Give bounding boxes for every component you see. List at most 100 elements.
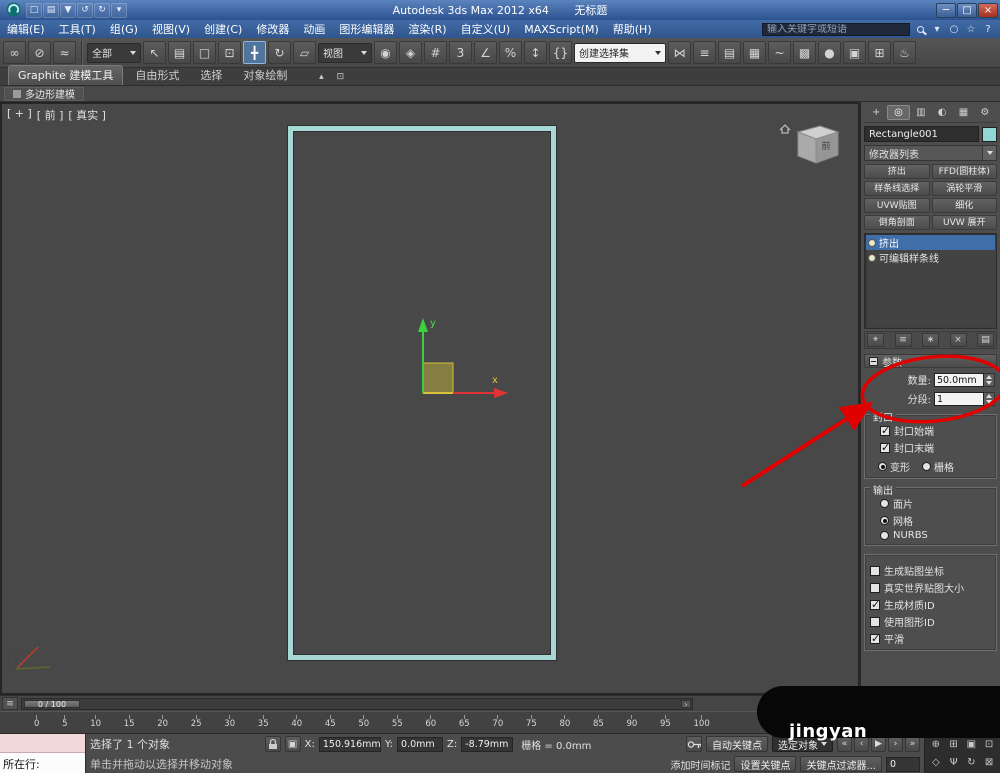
checkbox-option[interactable]: 生成贴图坐标 [870, 563, 993, 578]
favorites-icon[interactable]: ☆ [964, 22, 978, 36]
modifier-shortcut-button[interactable]: FFD(圆柱体) [931, 164, 997, 179]
make-unique-icon[interactable]: ∗ [922, 333, 939, 347]
checkbox-icon[interactable] [870, 582, 880, 593]
next-frame-icon[interactable]: › [888, 736, 903, 752]
open-file-icon[interactable]: ▤ [43, 2, 59, 18]
rendered-frame-icon[interactable]: ⊞ [868, 41, 891, 64]
menu-item[interactable]: MAXScript(M) [517, 20, 606, 38]
visibility-bulb-icon[interactable] [868, 238, 876, 247]
search-icon[interactable] [913, 22, 927, 36]
ribbon-tab[interactable]: 选择 [191, 66, 231, 85]
modifier-stack-item[interactable]: 可编辑样条线 [866, 250, 995, 265]
rectangular-selection-icon[interactable]: □ [193, 41, 216, 64]
menu-item[interactable]: 组(G) [103, 20, 145, 38]
configure-modifier-sets-icon[interactable]: ▤ [977, 333, 994, 347]
ribbon-tab[interactable]: 对象绘制 [234, 66, 296, 85]
remove-modifier-icon[interactable]: × [949, 333, 967, 347]
maximize-viewport-icon[interactable]: ⊠ [981, 755, 997, 770]
time-slider-track[interactable]: 0 / 100 › [21, 697, 693, 710]
material-editor-icon[interactable]: ● [818, 41, 841, 64]
use-pivot-center-icon[interactable]: ◉ [374, 41, 397, 64]
named-selection-set-dropdown[interactable]: 创建选择集 [574, 42, 666, 63]
select-and-scale-icon[interactable]: ▱ [293, 41, 316, 64]
menu-item[interactable]: 帮助(H) [606, 20, 659, 38]
app-logo-icon[interactable] [6, 2, 22, 18]
communication-center-icon[interactable]: ○ [947, 22, 961, 36]
parameters-rollout-header[interactable]: 参数 [864, 354, 997, 369]
utilities-tab-icon[interactable]: ⚙ [975, 105, 995, 120]
modifier-shortcut-button[interactable]: 倒角剖面 [864, 215, 930, 230]
zoom-all-icon[interactable]: ⊞ [946, 737, 962, 752]
key-filters-button[interactable]: 关键点过滤器... [800, 756, 882, 772]
display-tab-icon[interactable]: ▦ [953, 105, 973, 120]
bind-to-space-warp-icon[interactable]: ≈ [53, 41, 76, 64]
maximize-button[interactable]: □ [957, 2, 977, 18]
menu-item[interactable]: 图形编辑器 [332, 20, 401, 38]
radio-icon[interactable] [880, 499, 889, 508]
hierarchy-tab-icon[interactable]: ▥ [911, 105, 931, 120]
select-and-move-icon[interactable]: ╋ [243, 41, 266, 64]
curve-editor-icon[interactable]: ~ [768, 41, 791, 64]
modifier-shortcut-button[interactable]: UVW 展开 [931, 215, 997, 230]
viewport-label[interactable]: [ 真实 ] [68, 107, 106, 123]
modifier-shortcut-button[interactable]: 涡轮平滑 [931, 181, 997, 196]
viewport-label[interactable]: [ 前 ] [37, 107, 64, 123]
checkbox-icon[interactable] [870, 565, 880, 576]
new-scene-icon[interactable]: □ [26, 2, 42, 18]
auto-key-button[interactable]: 自动关键点 [706, 736, 768, 752]
zoom-icon[interactable]: ⊕ [928, 737, 944, 752]
modifier-shortcut-button[interactable]: 样条线选择 [864, 181, 930, 196]
transform-gizmo[interactable]: y x [402, 304, 522, 414]
checkbox-icon[interactable] [870, 598, 880, 611]
pan-icon[interactable]: Ψ [946, 755, 962, 770]
time-slider-handle[interactable]: 0 / 100 [24, 699, 80, 708]
fov-icon[interactable]: ◇ [928, 755, 944, 770]
menu-item[interactable]: 渲染(R) [401, 20, 453, 38]
set-key-button[interactable]: 设置关键点 [734, 756, 797, 772]
minimize-ribbon-icon[interactable]: ▴ [313, 70, 329, 84]
mini-curve-editor-icon[interactable]: ≡ [2, 697, 18, 710]
menu-item[interactable]: 编辑(E) [0, 20, 52, 38]
undo-icon[interactable]: ↺ [77, 2, 93, 18]
ribbon-toggle-icon[interactable]: ▦ [743, 41, 766, 64]
visibility-bulb-icon[interactable] [868, 253, 876, 262]
layer-manager-icon[interactable]: ▤ [718, 41, 741, 64]
redo-icon[interactable]: ↻ [94, 2, 110, 18]
spinner-arrows-icon[interactable] [984, 391, 995, 406]
keyboard-override-icon[interactable]: # [424, 41, 447, 64]
checkbox-option[interactable]: 平滑 [870, 631, 993, 646]
absolute-mode-icon[interactable]: ▣ [284, 736, 301, 752]
create-tab-icon[interactable]: + [866, 105, 886, 120]
angle-snap-icon[interactable]: ∠ [474, 41, 497, 64]
z-coordinate-field[interactable]: -8.79mm [461, 736, 514, 752]
percent-snap-icon[interactable]: % [499, 41, 522, 64]
select-and-link-icon[interactable]: ∞ [3, 41, 26, 64]
play-animation-icon[interactable]: ▶ [871, 736, 886, 752]
close-button[interactable]: × [978, 2, 998, 18]
zoom-extents-icon[interactable]: ▣ [963, 737, 979, 752]
menu-item[interactable]: 工具(T) [52, 20, 103, 38]
named-selection-sets-icon[interactable]: {} [549, 41, 572, 64]
unlink-selection-icon[interactable]: ⊘ [28, 41, 51, 64]
window-crossing-icon[interactable]: ⊡ [218, 41, 241, 64]
checkbox-icon[interactable] [880, 441, 890, 454]
workspace-dropdown-icon[interactable]: ▾ [111, 2, 127, 18]
checkbox-option[interactable]: 生成材质ID [870, 597, 993, 612]
help-icon[interactable]: ? [981, 22, 995, 36]
save-file-icon[interactable]: ▼ [60, 2, 76, 18]
object-color-swatch[interactable] [982, 126, 997, 142]
checkbox-icon[interactable] [870, 632, 880, 645]
radio-icon[interactable] [880, 516, 889, 525]
search-input[interactable] [762, 22, 910, 36]
checkbox-option[interactable]: 使用图形ID [870, 614, 993, 629]
snaps-toggle-icon[interactable]: 3 [449, 41, 472, 64]
checkbox-option[interactable]: 真实世界贴图大小 [870, 580, 993, 595]
selection-lock-icon[interactable] [264, 736, 281, 752]
align-icon[interactable]: ≡ [693, 41, 716, 64]
select-object-icon[interactable]: ↖ [143, 41, 166, 64]
orbit-icon[interactable]: ↻ [963, 755, 979, 770]
select-and-rotate-icon[interactable]: ↻ [268, 41, 291, 64]
listener-line[interactable]: 所在行: [0, 753, 85, 773]
y-coordinate-field[interactable]: 0.0mm [397, 736, 444, 752]
maxscript-mini-listener[interactable]: 所在行: [0, 734, 86, 773]
